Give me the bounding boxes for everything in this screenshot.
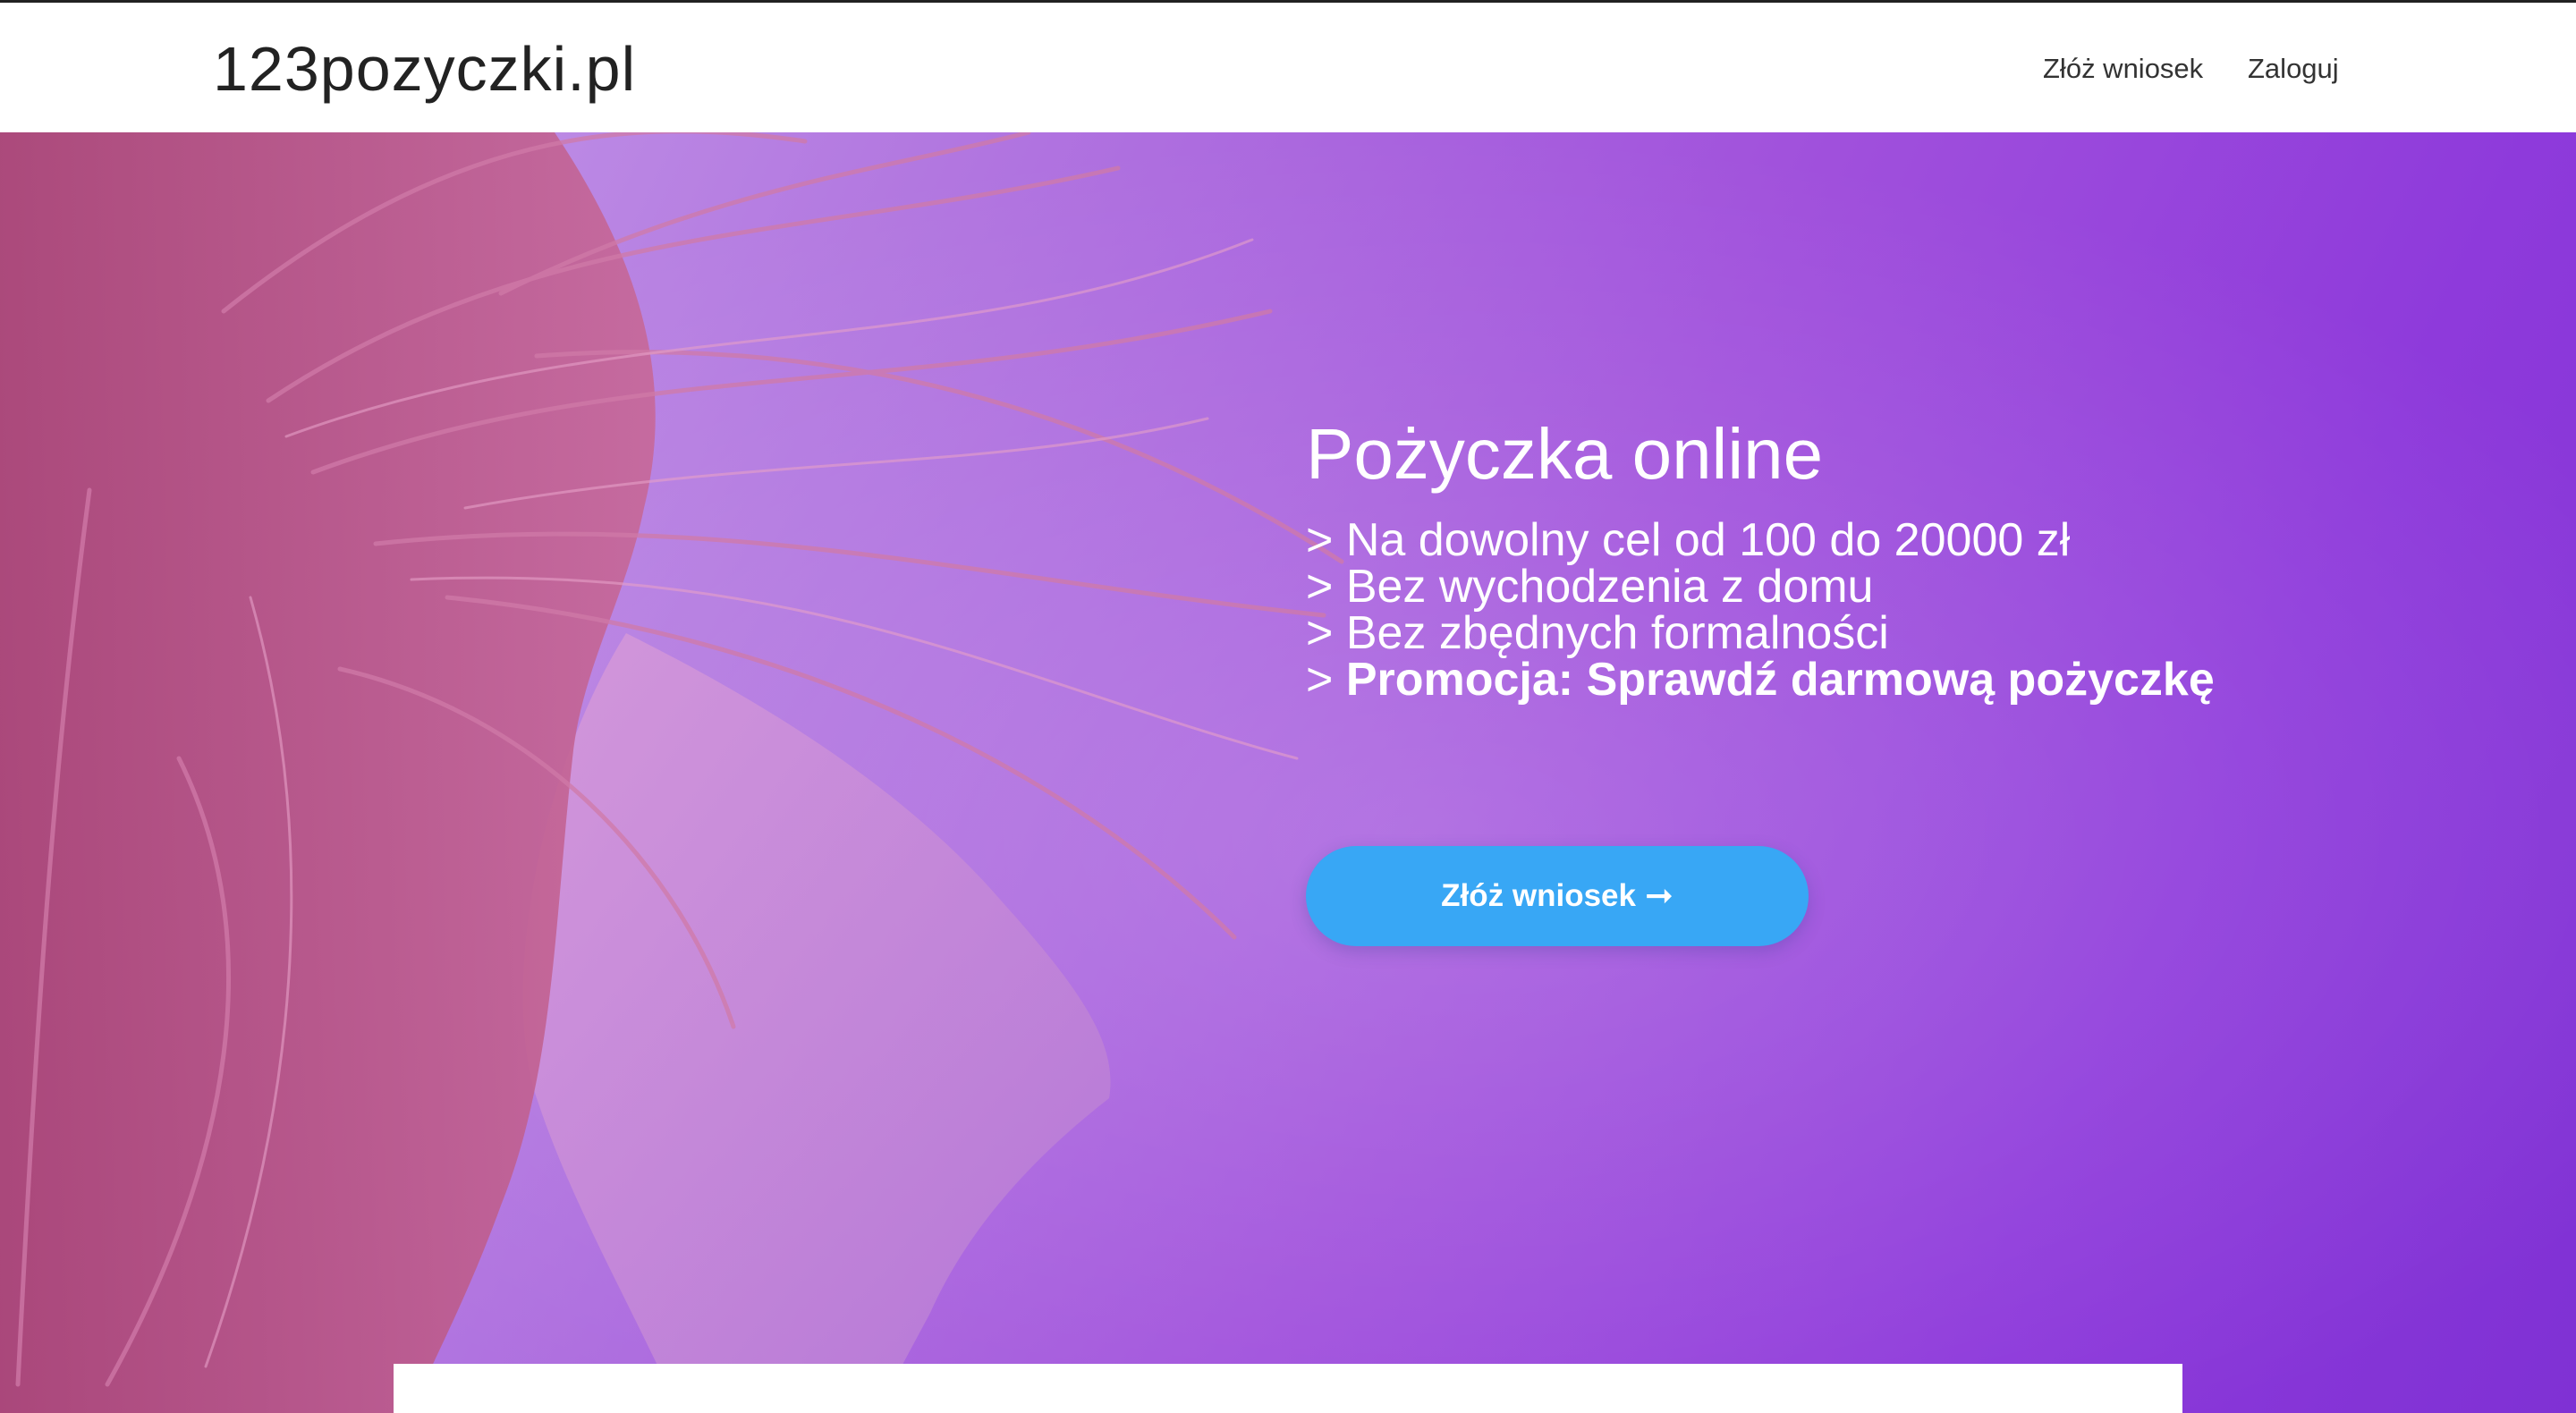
arrow-right-icon: ➞ [1644, 877, 1674, 915]
nav-apply-link[interactable]: Złóż wniosek [2043, 51, 2203, 87]
bullet-prefix: > [1306, 654, 1346, 706]
content-card-top [394, 1364, 2182, 1413]
hero-background-image [0, 132, 2576, 1413]
apply-now-button[interactable]: Złóż wniosek ➞ [1306, 846, 1809, 946]
bullet-prefix: > [1306, 561, 1346, 613]
nav-login-link[interactable]: Zaloguj [2248, 51, 2339, 87]
promo-text: Promocja: Sprawdź darmową pożyczkę [1345, 654, 2215, 706]
hero-benefits-list: > Na dowolny cel od 100 do 20000 zł > Be… [1306, 517, 2469, 703]
benefit-item: > Bez wychodzenia z domu [1306, 563, 2469, 610]
hero-section [0, 132, 2576, 1413]
benefit-item: > Na dowolny cel od 100 do 20000 zł [1306, 517, 2469, 563]
benefit-text: Bez zbędnych formalności [1345, 607, 1889, 659]
bullet-prefix: > [1306, 514, 1346, 566]
site-header: 123pozyczki.pl Złóż wniosek Zaloguj [0, 0, 2576, 132]
brand-logo-link[interactable]: 123pozyczki.pl [213, 31, 636, 106]
apply-now-label: Złóż wniosek [1441, 878, 1636, 913]
promo-item: > Promocja: Sprawdź darmową pożyczkę [1306, 656, 2469, 703]
benefit-text: Bez wychodzenia z domu [1345, 561, 1874, 613]
hero-content: Pożyczka online > Na dowolny cel od 100 … [1306, 411, 2469, 703]
hero-title: Pożyczka online [1306, 414, 1824, 494]
bullet-prefix: > [1306, 607, 1346, 659]
benefit-item: > Bez zbędnych formalności [1306, 610, 2469, 656]
benefit-text: Na dowolny cel od 100 do 20000 zł [1345, 514, 2071, 566]
landing-page: 123pozyczki.pl Złóż wniosek Zaloguj Poży… [0, 0, 2576, 1413]
